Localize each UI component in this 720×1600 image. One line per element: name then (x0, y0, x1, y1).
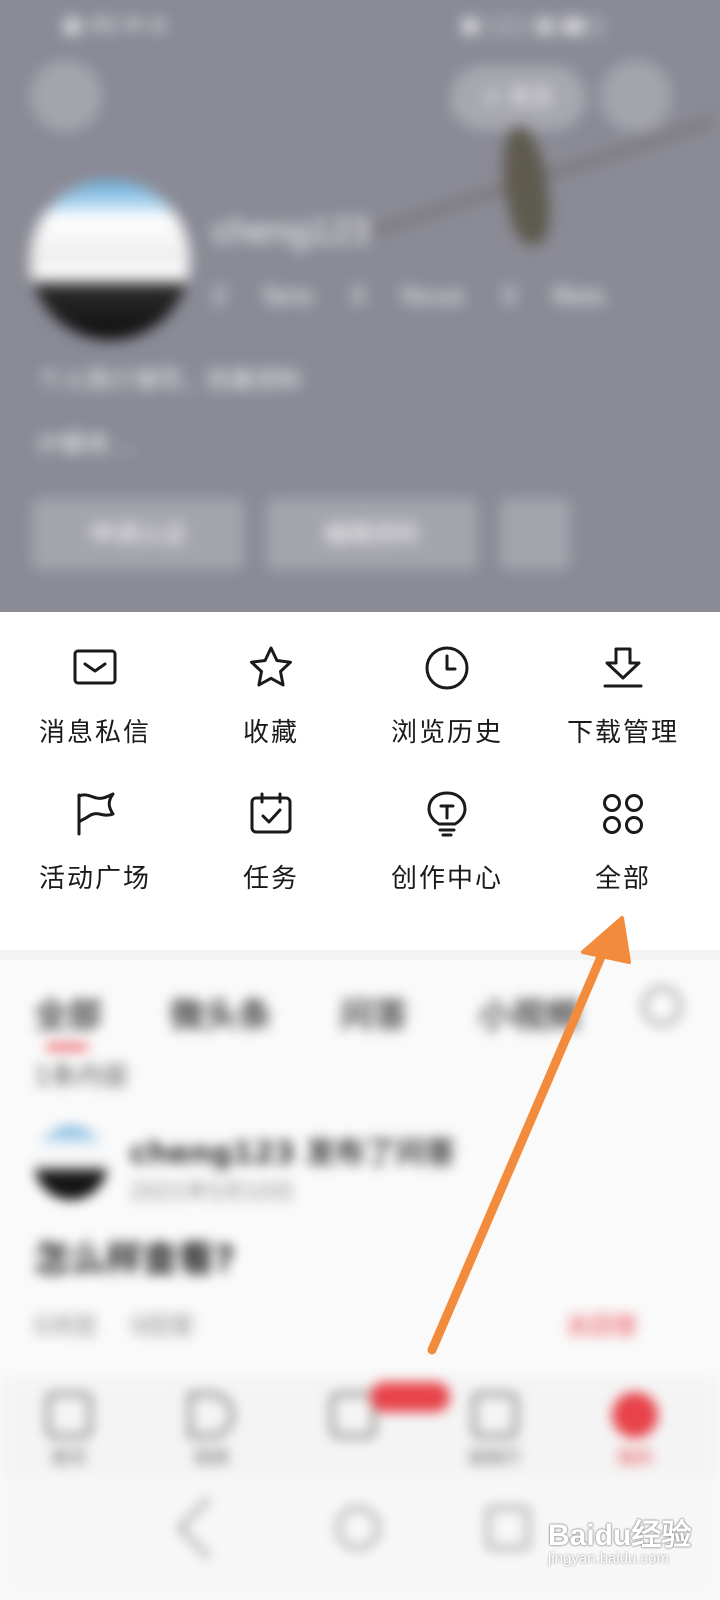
post-avatar[interactable] (34, 1126, 108, 1200)
profile-header: ▣ 4G ✉ ⊘ ▣ ▢▢ ▦ ▮▮ ▯ + 关注 cheng123 2 fan… (0, 0, 720, 612)
star-icon (183, 644, 359, 692)
user-bio: 个人简介填写，完善资料 (38, 367, 302, 394)
download-icon (535, 644, 711, 692)
follow-pill[interactable]: + 关注 (450, 66, 586, 130)
avatar[interactable] (30, 180, 190, 340)
more-button[interactable] (600, 60, 672, 132)
mail-icon (7, 644, 183, 692)
tab-label: 视频 (193, 1448, 229, 1469)
menu-label: 全部 (594, 864, 651, 894)
baidu-watermark-logo: Baidu经验 (548, 1519, 692, 1552)
status-bar-right: ▣ ▢▢ ▦ ▮▮ ▯ (460, 12, 604, 37)
settings-button[interactable] (30, 60, 102, 132)
qr-button[interactable] (500, 498, 570, 570)
grid-icon (535, 790, 711, 838)
feature-menu: 消息私信 收藏 浏览历史 下载管理 活动广场 任务 创作中心 全部 (0, 612, 720, 950)
active-tab-indicator (46, 1044, 88, 1050)
new-badge (370, 1382, 450, 1412)
home-icon (46, 1392, 92, 1438)
flag-icon (7, 790, 183, 838)
menu-item-history[interactable]: 浏览历史 (359, 644, 535, 749)
status-bar-left: ▣ 4G ✉ ⊘ (62, 12, 168, 37)
tab-home[interactable]: 首页 (34, 1392, 104, 1470)
user-ip: IP属地 ... (38, 431, 136, 458)
clock-icon (359, 644, 535, 692)
menu-item-favorites[interactable]: 收藏 (183, 644, 359, 749)
feed-tab-short-video[interactable]: 小视频 (478, 988, 580, 1037)
search-icon[interactable] (642, 986, 682, 1026)
post-title[interactable]: cheng123 发布了问答 (130, 1128, 455, 1172)
menu-label: 下载管理 (566, 718, 679, 748)
baidu-watermark-url: jingyan.baidu.com (548, 1550, 669, 1567)
post-body[interactable]: 怎么样查看? (34, 1230, 235, 1282)
menu-item-all[interactable]: 全部 (535, 790, 711, 895)
post-meta: 0浏览 0回答 (34, 1312, 195, 1340)
background-bird (496, 122, 556, 248)
menu-label: 创作中心 (390, 864, 503, 894)
tab-label: 首页 (51, 1448, 87, 1469)
menu-label: 消息私信 (38, 718, 151, 748)
feed-tab-weitoutiao[interactable]: 微头条 (170, 988, 272, 1037)
post-time: 2021年5月10日 (130, 1180, 294, 1205)
lightbulb-icon (359, 790, 535, 838)
home-nav-icon[interactable] (336, 1506, 380, 1550)
recents-icon[interactable] (486, 1506, 530, 1550)
user-name: cheng123 (212, 210, 371, 251)
tab-video[interactable]: 视频 (176, 1392, 246, 1470)
me-icon (612, 1392, 658, 1438)
play-icon (188, 1392, 234, 1438)
section-divider (0, 950, 720, 960)
menu-label: 浏览历史 (390, 718, 503, 748)
screen-icon (472, 1392, 518, 1438)
content-feed: 全部 微头条 问答 小视频 1条内容 cheng123 发布了问答 2021年5… (0, 960, 720, 1600)
menu-item-downloads[interactable]: 下载管理 (535, 644, 711, 749)
tab-label: 我的 (617, 1448, 653, 1469)
menu-item-creator-center[interactable]: 创作中心 (359, 790, 535, 895)
tab-label: 放映厅 (468, 1448, 522, 1469)
menu-label: 收藏 (242, 718, 299, 748)
edit-profile-button[interactable]: 编辑资料 (266, 498, 478, 570)
answer-link[interactable]: 去回答 (566, 1306, 638, 1341)
menu-label: 任务 (242, 864, 299, 894)
back-icon[interactable] (176, 1496, 240, 1560)
content-count: 1条内容 (34, 1062, 129, 1092)
cinema-icon (330, 1392, 376, 1438)
menu-item-activities[interactable]: 活动广场 (7, 790, 183, 895)
menu-item-tasks[interactable]: 任务 (183, 790, 359, 895)
tab-screen[interactable]: 放映厅 (460, 1392, 530, 1470)
user-stats: 2 fans 3 focus 3 likes (212, 280, 605, 310)
calendar-check-icon (183, 790, 359, 838)
feed-tab-all[interactable]: 全部 (34, 988, 102, 1037)
feed-tab-qa[interactable]: 问答 (340, 988, 408, 1037)
bottom-tab-bar: 首页 视频 放映厅 我的 (0, 1376, 720, 1476)
menu-label: 活动广场 (38, 864, 151, 894)
tab-me[interactable]: 我的 (600, 1392, 670, 1470)
menu-item-messages[interactable]: 消息私信 (7, 644, 183, 749)
verify-button[interactable]: 申请认证 (32, 498, 244, 570)
